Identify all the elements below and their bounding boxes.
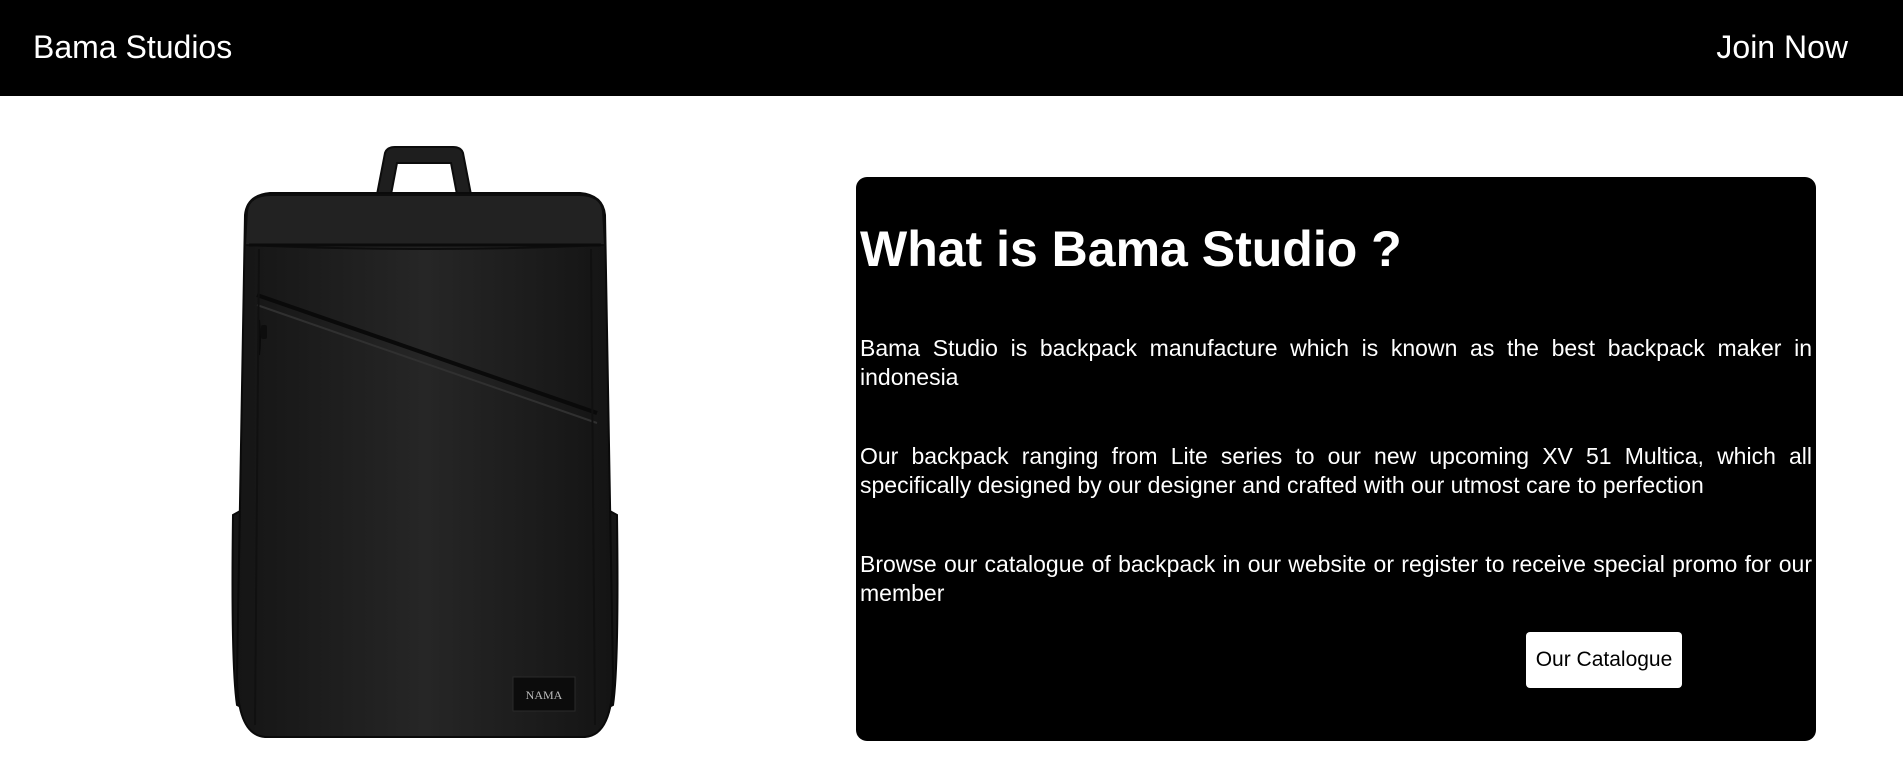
join-now-link[interactable]: Join Now	[1716, 27, 1848, 67]
about-card: What is Bama Studio ? Bama Studio is bac…	[856, 177, 1816, 741]
about-title: What is Bama Studio ?	[860, 221, 1402, 277]
backpack-image: NAMA	[231, 146, 619, 738]
about-paragraph-1: Bama Studio is backpack manufacture whic…	[860, 335, 1812, 390]
navbar: Bama Studios Join Now	[0, 0, 1903, 96]
our-catalogue-button[interactable]: Our Catalogue	[1526, 632, 1682, 688]
brand-link[interactable]: Bama Studios	[33, 27, 232, 67]
brand-tag-text: NAMA	[526, 688, 563, 702]
about-paragraph-3: Browse our catalogue of backpack in our …	[860, 551, 1812, 606]
about-paragraph-2: Our backpack ranging from Lite series to…	[860, 443, 1812, 498]
